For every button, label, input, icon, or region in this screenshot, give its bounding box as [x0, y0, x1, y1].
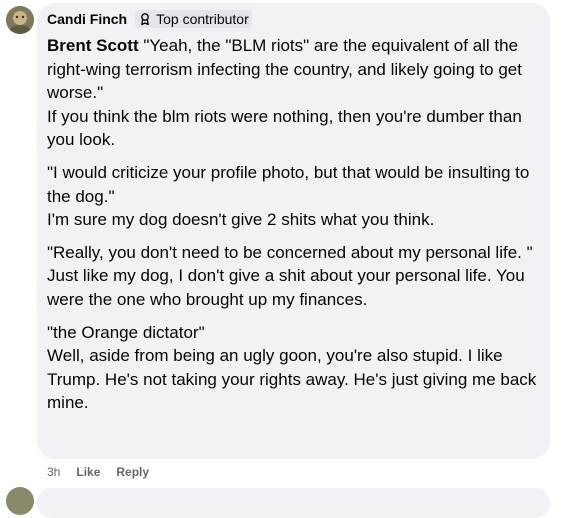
top-contributor-badge[interactable]: Top contributor	[135, 10, 252, 28]
reply-text: Well, aside from being an ugly goon, you…	[47, 346, 537, 413]
reply-text: Just like my dog, I don't give a shit ab…	[47, 266, 525, 309]
mentioned-user-link[interactable]: Brent Scott	[47, 36, 139, 55]
comment-paragraph: "I would criticize your profile photo, b…	[47, 161, 540, 232]
comment-timestamp[interactable]: 3h	[47, 465, 60, 479]
contributor-badge-icon	[138, 12, 152, 26]
comment-paragraph: Brent Scott "Yeah, the "BLM riots" are t…	[47, 34, 540, 152]
comment-actions: 3h Like Reply	[47, 465, 149, 479]
comment-paragraph: "the Orange dictator" Well, aside from b…	[47, 321, 540, 415]
next-commenter-avatar[interactable]	[6, 487, 34, 515]
commenter-avatar[interactable]	[6, 6, 34, 34]
comment-bubble: Candi Finch Top contributor Brent Scott …	[37, 3, 550, 459]
reply-text: If you think the blm riots were nothing,…	[47, 106, 522, 150]
comment-body: Brent Scott "Yeah, the "BLM riots" are t…	[47, 34, 540, 415]
like-button[interactable]: Like	[76, 465, 100, 479]
comment-paragraph: "Really, you don't need to be concerned …	[47, 241, 540, 312]
comment-header: Candi Finch Top contributor	[47, 9, 540, 29]
comment-author-name[interactable]: Candi Finch	[47, 11, 127, 27]
reply-text: I'm sure my dog doesn't give 2 shits wha…	[47, 210, 435, 230]
quoted-text: "Really, you don't need to be concerned …	[47, 242, 533, 262]
badge-label: Top contributor	[156, 11, 249, 27]
quoted-text: "the Orange dictator"	[47, 322, 205, 342]
quoted-text: "I would criticize your profile photo, b…	[47, 162, 530, 206]
reply-button[interactable]: Reply	[116, 465, 149, 479]
